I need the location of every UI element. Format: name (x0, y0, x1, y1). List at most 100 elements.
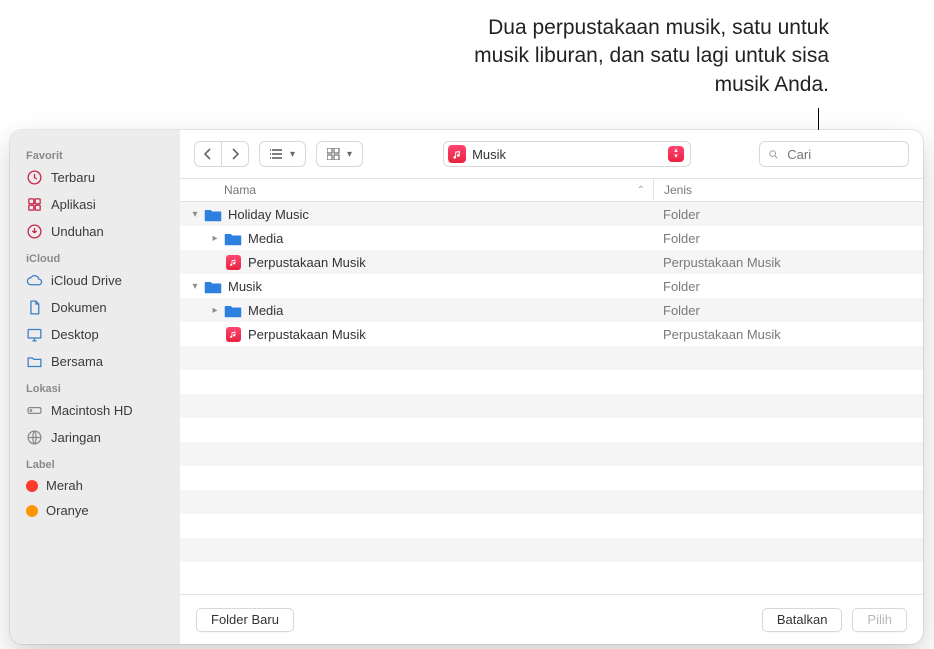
disclosure-triangle[interactable]: ▾ (188, 209, 202, 220)
network-icon (26, 429, 43, 446)
sidebar-item-label: Dokumen (51, 300, 107, 315)
empty-row (180, 514, 923, 538)
music-app-icon (448, 145, 466, 163)
sidebar-item-unduhan[interactable]: Unduhan (12, 218, 174, 245)
file-kind: Perpustakaan Musik (653, 327, 923, 342)
empty-row (180, 370, 923, 394)
empty-row (180, 562, 923, 586)
sidebar-item-label: iCloud Drive (51, 273, 122, 288)
sidebar-group-lokasi: Lokasi (12, 375, 174, 397)
file-kind: Perpustakaan Musik (653, 255, 923, 270)
file-name: Musik (228, 279, 262, 294)
file-name: Holiday Music (228, 207, 309, 222)
file-name: Media (248, 303, 283, 318)
sort-ascending-icon: ⌃ (637, 185, 645, 196)
clock-icon (26, 169, 43, 186)
cancel-button[interactable]: Batalkan (762, 608, 843, 632)
annotation-callout: Dua perpustakaan musik, satu untuk musik… (449, 14, 829, 99)
sidebar-item-label: Desktop (51, 327, 99, 342)
desktop-icon (26, 326, 43, 343)
sidebar-item-macintosh-hd[interactable]: Macintosh HD (12, 397, 174, 424)
apps-icon (26, 196, 43, 213)
tag-red-icon (26, 480, 38, 492)
sidebar-group-favorit: Favorit (12, 142, 174, 164)
file-kind: Folder (653, 279, 923, 294)
main-pane: ▾ ▾ Musik ▴▾ Nama ⌃ Jenis (180, 130, 923, 644)
folder-icon (204, 277, 222, 295)
chevron-down-icon: ▾ (347, 149, 352, 160)
file-name: Media (248, 231, 283, 246)
disclosure-triangle[interactable]: ▸ (208, 233, 222, 244)
file-kind: Folder (653, 231, 923, 246)
forward-button[interactable] (221, 142, 248, 166)
cloud-icon (26, 272, 43, 289)
empty-row (180, 418, 923, 442)
table-row[interactable]: ▸ Media Folder (180, 298, 923, 322)
group-by-button[interactable]: ▾ (316, 141, 363, 167)
folder-icon (204, 205, 222, 223)
tag-orange-icon (26, 505, 38, 517)
new-folder-button[interactable]: Folder Baru (196, 608, 294, 632)
table-row[interactable]: ▾ Holiday Music Folder (180, 202, 923, 226)
chevron-down-icon: ▾ (290, 149, 295, 160)
doc-icon (26, 299, 43, 316)
nav-back-forward (194, 141, 249, 167)
download-icon (26, 223, 43, 240)
table-row[interactable]: ▸ Media Folder (180, 226, 923, 250)
sidebar-item-label: Bersama (51, 354, 103, 369)
empty-row (180, 490, 923, 514)
folder-icon (224, 301, 242, 319)
view-list-button[interactable]: ▾ (259, 141, 306, 167)
empty-row (180, 466, 923, 490)
path-caret-icon: ▴▾ (668, 146, 684, 162)
search-icon (768, 148, 779, 161)
column-header-name[interactable]: Nama ⌃ (180, 183, 653, 197)
sidebar: Favorit Terbaru Aplikasi Unduhan iCloud … (10, 130, 180, 644)
file-name: Perpustakaan Musik (248, 255, 366, 270)
sidebar-item-label: Terbaru (51, 170, 95, 185)
sidebar-item-label: Jaringan (51, 430, 101, 445)
folder-icon (224, 229, 242, 247)
sidebar-item-tag-oranye[interactable]: Oranye (12, 498, 174, 523)
sidebar-item-aplikasi[interactable]: Aplikasi (12, 191, 174, 218)
column-header-kind[interactable]: Jenis (653, 179, 923, 201)
sidebar-item-tag-merah[interactable]: Merah (12, 473, 174, 498)
file-list: ▾ Holiday Music Folder ▸ Media Folder Perpusta… (180, 202, 923, 594)
empty-row (180, 442, 923, 466)
shared-folder-icon (26, 353, 43, 370)
music-library-icon (224, 325, 242, 343)
table-row[interactable]: Perpustakaan Musik Perpustakaan Musik (180, 250, 923, 274)
sidebar-item-label: Unduhan (51, 224, 104, 239)
path-label: Musik (472, 147, 506, 162)
sidebar-item-label: Oranye (46, 503, 89, 518)
sidebar-item-bersama[interactable]: Bersama (12, 348, 174, 375)
sidebar-item-label: Merah (46, 478, 83, 493)
disclosure-triangle[interactable]: ▸ (208, 305, 222, 316)
back-button[interactable] (195, 142, 221, 166)
sidebar-item-dokumen[interactable]: Dokumen (12, 294, 174, 321)
empty-row (180, 394, 923, 418)
sidebar-item-label: Aplikasi (51, 197, 96, 212)
table-row[interactable]: ▾ Musik Folder (180, 274, 923, 298)
empty-row (180, 346, 923, 370)
column-headers: Nama ⌃ Jenis (180, 178, 923, 202)
search-field[interactable] (759, 141, 909, 167)
sidebar-item-label: Macintosh HD (51, 403, 133, 418)
table-row[interactable]: Perpustakaan Musik Perpustakaan Musik (180, 322, 923, 346)
empty-row (180, 538, 923, 562)
search-input[interactable] (785, 146, 900, 163)
sidebar-group-label: Label (12, 451, 174, 473)
path-selector[interactable]: Musik ▴▾ (443, 141, 691, 167)
disclosure-triangle[interactable]: ▾ (188, 281, 202, 292)
file-kind: Folder (653, 207, 923, 222)
file-kind: Folder (653, 303, 923, 318)
file-name: Perpustakaan Musik (248, 327, 366, 342)
sidebar-item-terbaru[interactable]: Terbaru (12, 164, 174, 191)
sidebar-item-icloud-drive[interactable]: iCloud Drive (12, 267, 174, 294)
sidebar-item-desktop[interactable]: Desktop (12, 321, 174, 348)
sidebar-item-jaringan[interactable]: Jaringan (12, 424, 174, 451)
finder-window: Favorit Terbaru Aplikasi Unduhan iCloud … (10, 130, 923, 644)
choose-button[interactable]: Pilih (852, 608, 907, 632)
music-library-icon (224, 253, 242, 271)
disk-icon (26, 402, 43, 419)
